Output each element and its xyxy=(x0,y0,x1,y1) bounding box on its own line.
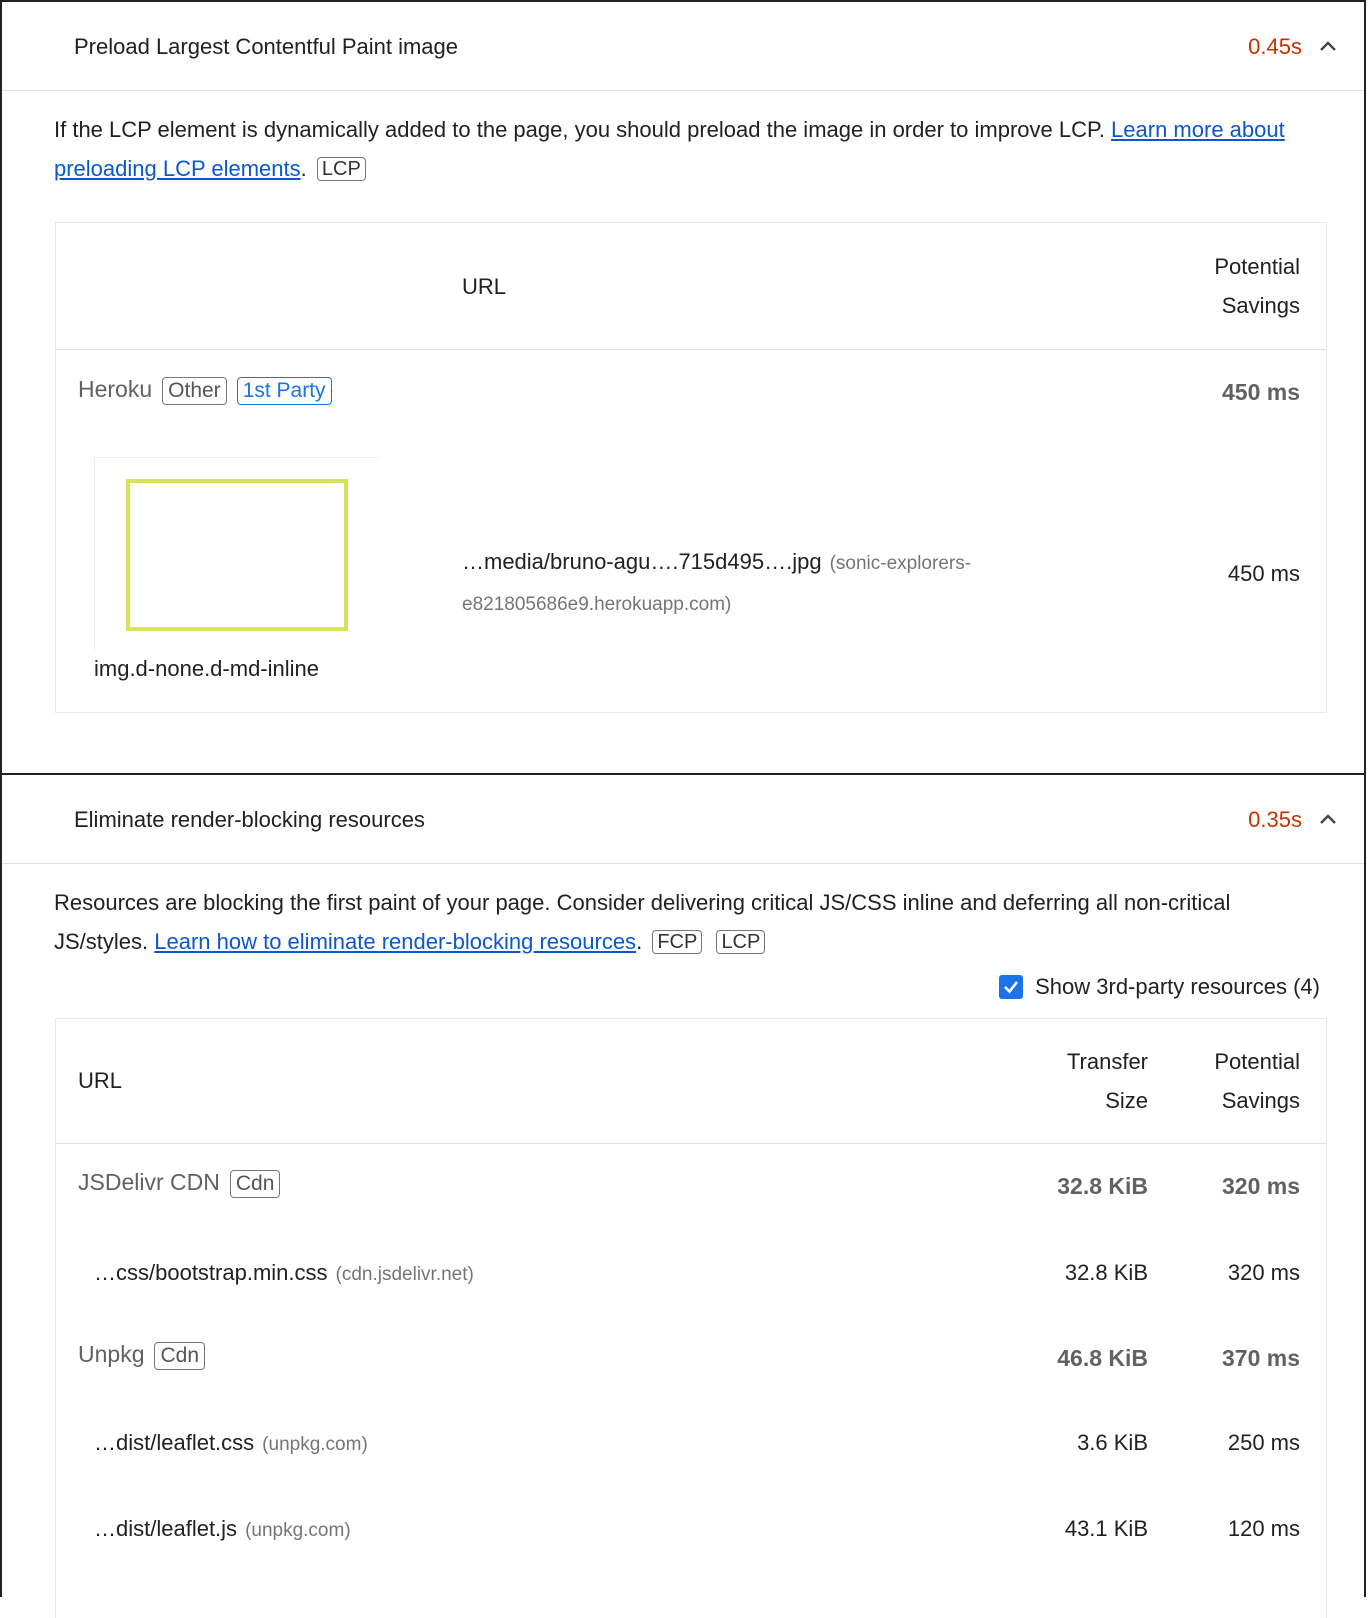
lcp-element-thumbnail xyxy=(94,457,379,652)
item-transfer-size: 3.6 KiB xyxy=(1077,1430,1148,1455)
resource-path: …dist/leaflet.js xyxy=(94,1516,238,1541)
chevron-up-icon[interactable] xyxy=(1318,38,1338,54)
resource-host: (unpkg.com) xyxy=(262,1434,368,1455)
entity-name: Unpkg Cdn xyxy=(78,1341,206,1370)
item-transfer-size: 32.8 KiB xyxy=(1064,1260,1148,1285)
resource-url[interactable]: …css/bootstrap.min.css (cdn.jsdelivr.net) xyxy=(94,1260,474,1286)
lcp-element-highlight xyxy=(126,479,348,631)
resource-url[interactable]: …dist/leaflet.js (unpkg.com) xyxy=(94,1516,351,1542)
audit-header[interactable]: Eliminate render-blocking resources 0.35… xyxy=(2,775,1364,864)
resource-path: …media/bruno-agu….715d495….jpg xyxy=(462,549,822,574)
audit-title: Eliminate render-blocking resources xyxy=(74,807,425,832)
header-savings: Potential Savings xyxy=(1214,1042,1300,1120)
first-party-badge: 1st Party xyxy=(236,376,332,405)
third-party-filter[interactable]: Show 3rd-party resources (4) xyxy=(999,974,1320,1000)
resource-host: (cdn.jsdelivr.net) xyxy=(335,1264,474,1285)
entity-category-badge: Cdn xyxy=(154,1341,206,1370)
item-savings: 450 ms xyxy=(1227,561,1300,586)
item-transfer-size: 43.1 KiB xyxy=(1064,1516,1148,1541)
resource-host: (sonic-explorers- xyxy=(829,553,972,574)
entity-name: Heroku Other 1st Party xyxy=(78,376,332,405)
item-savings: 320 ms xyxy=(1227,1260,1300,1285)
node-selector: img.d-none.d-md-inline xyxy=(94,656,319,681)
header-url: URL xyxy=(78,1068,123,1093)
header-size-line1: Transfer xyxy=(1066,1049,1148,1074)
resource-host-continued: e821805686e9.herokuapp.com) xyxy=(462,594,732,615)
entity-category-badge: Other xyxy=(162,376,227,405)
group-transfer-size: 32.8 KiB xyxy=(1057,1173,1148,1199)
third-party-label: Show 3rd-party resources (4) xyxy=(1035,974,1320,999)
description-period: . xyxy=(636,929,643,954)
description-text: If the LCP element is dynamically added … xyxy=(54,117,1112,142)
header-url: URL xyxy=(462,274,507,299)
checkmark-icon xyxy=(1004,981,1019,994)
table-header: URL Transfer Size Potential Savings xyxy=(56,1019,1326,1144)
header-savings-line1: Potential xyxy=(1214,254,1300,279)
header-size-line2: Size xyxy=(1105,1088,1148,1113)
group-savings: 450 ms xyxy=(1221,379,1300,405)
audit-description: If the LCP element is dynamically added … xyxy=(54,110,1324,188)
render-blocking-table: URL Transfer Size Potential Savings JSDe… xyxy=(55,1018,1327,1618)
audit-header[interactable]: Preload Largest Contentful Paint image 0… xyxy=(2,2,1364,91)
group-transfer-size: 46.8 KiB xyxy=(1057,1345,1148,1371)
header-savings-line2: Savings xyxy=(1221,1088,1300,1113)
chevron-up-icon[interactable] xyxy=(1318,811,1338,827)
resource-path: …css/bootstrap.min.css xyxy=(94,1260,328,1285)
resource-url[interactable]: …dist/leaflet.css (unpkg.com) xyxy=(94,1430,368,1456)
resource-url[interactable]: …media/bruno-agu….715d495….jpg (sonic-exp… xyxy=(462,542,971,624)
audit-score: 0.45s xyxy=(1248,34,1302,59)
entity-name: JSDelivr CDN Cdn xyxy=(78,1169,281,1198)
resource-path: …dist/leaflet.css xyxy=(94,1430,255,1455)
audit-description: Resources are blocking the first paint o… xyxy=(54,883,1324,961)
header-savings: Potential Savings xyxy=(1214,247,1300,325)
resource-host: (unpkg.com) xyxy=(245,1520,351,1541)
lcp-table: URL Potential Savings Heroku Other 1st Par… xyxy=(55,222,1327,713)
group-savings: 370 ms xyxy=(1221,1345,1300,1371)
metric-tag-lcp: LCP xyxy=(716,930,766,954)
audit-title: Preload Largest Contentful Paint image xyxy=(74,34,459,59)
entity-label: Unpkg xyxy=(78,1341,145,1367)
header-savings-line2: Savings xyxy=(1221,293,1300,318)
audit-render-blocking: Eliminate render-blocking resources 0.35… xyxy=(0,773,1366,1618)
description-period: . xyxy=(300,156,307,181)
learn-more-link[interactable]: Learn how to eliminate render-blocking r… xyxy=(154,929,636,954)
item-savings: 120 ms xyxy=(1227,1516,1300,1541)
metric-tag-lcp: LCP xyxy=(316,157,366,181)
entity-label: Heroku xyxy=(78,376,153,402)
metric-tag-fcp: FCP xyxy=(652,930,703,954)
entity-label: JSDelivr CDN xyxy=(78,1169,220,1195)
item-savings: 250 ms xyxy=(1227,1430,1300,1455)
audit-preload-lcp: Preload Largest Contentful Paint image 0… xyxy=(0,0,1366,775)
third-party-checkbox[interactable] xyxy=(999,975,1024,999)
table-header: URL Potential Savings xyxy=(56,223,1326,350)
group-savings: 320 ms xyxy=(1221,1173,1300,1199)
header-transfer-size: Transfer Size xyxy=(1067,1042,1148,1120)
audit-score: 0.35s xyxy=(1248,807,1302,832)
entity-category-badge: Cdn xyxy=(229,1169,281,1198)
header-savings-line1: Potential xyxy=(1214,1049,1300,1074)
